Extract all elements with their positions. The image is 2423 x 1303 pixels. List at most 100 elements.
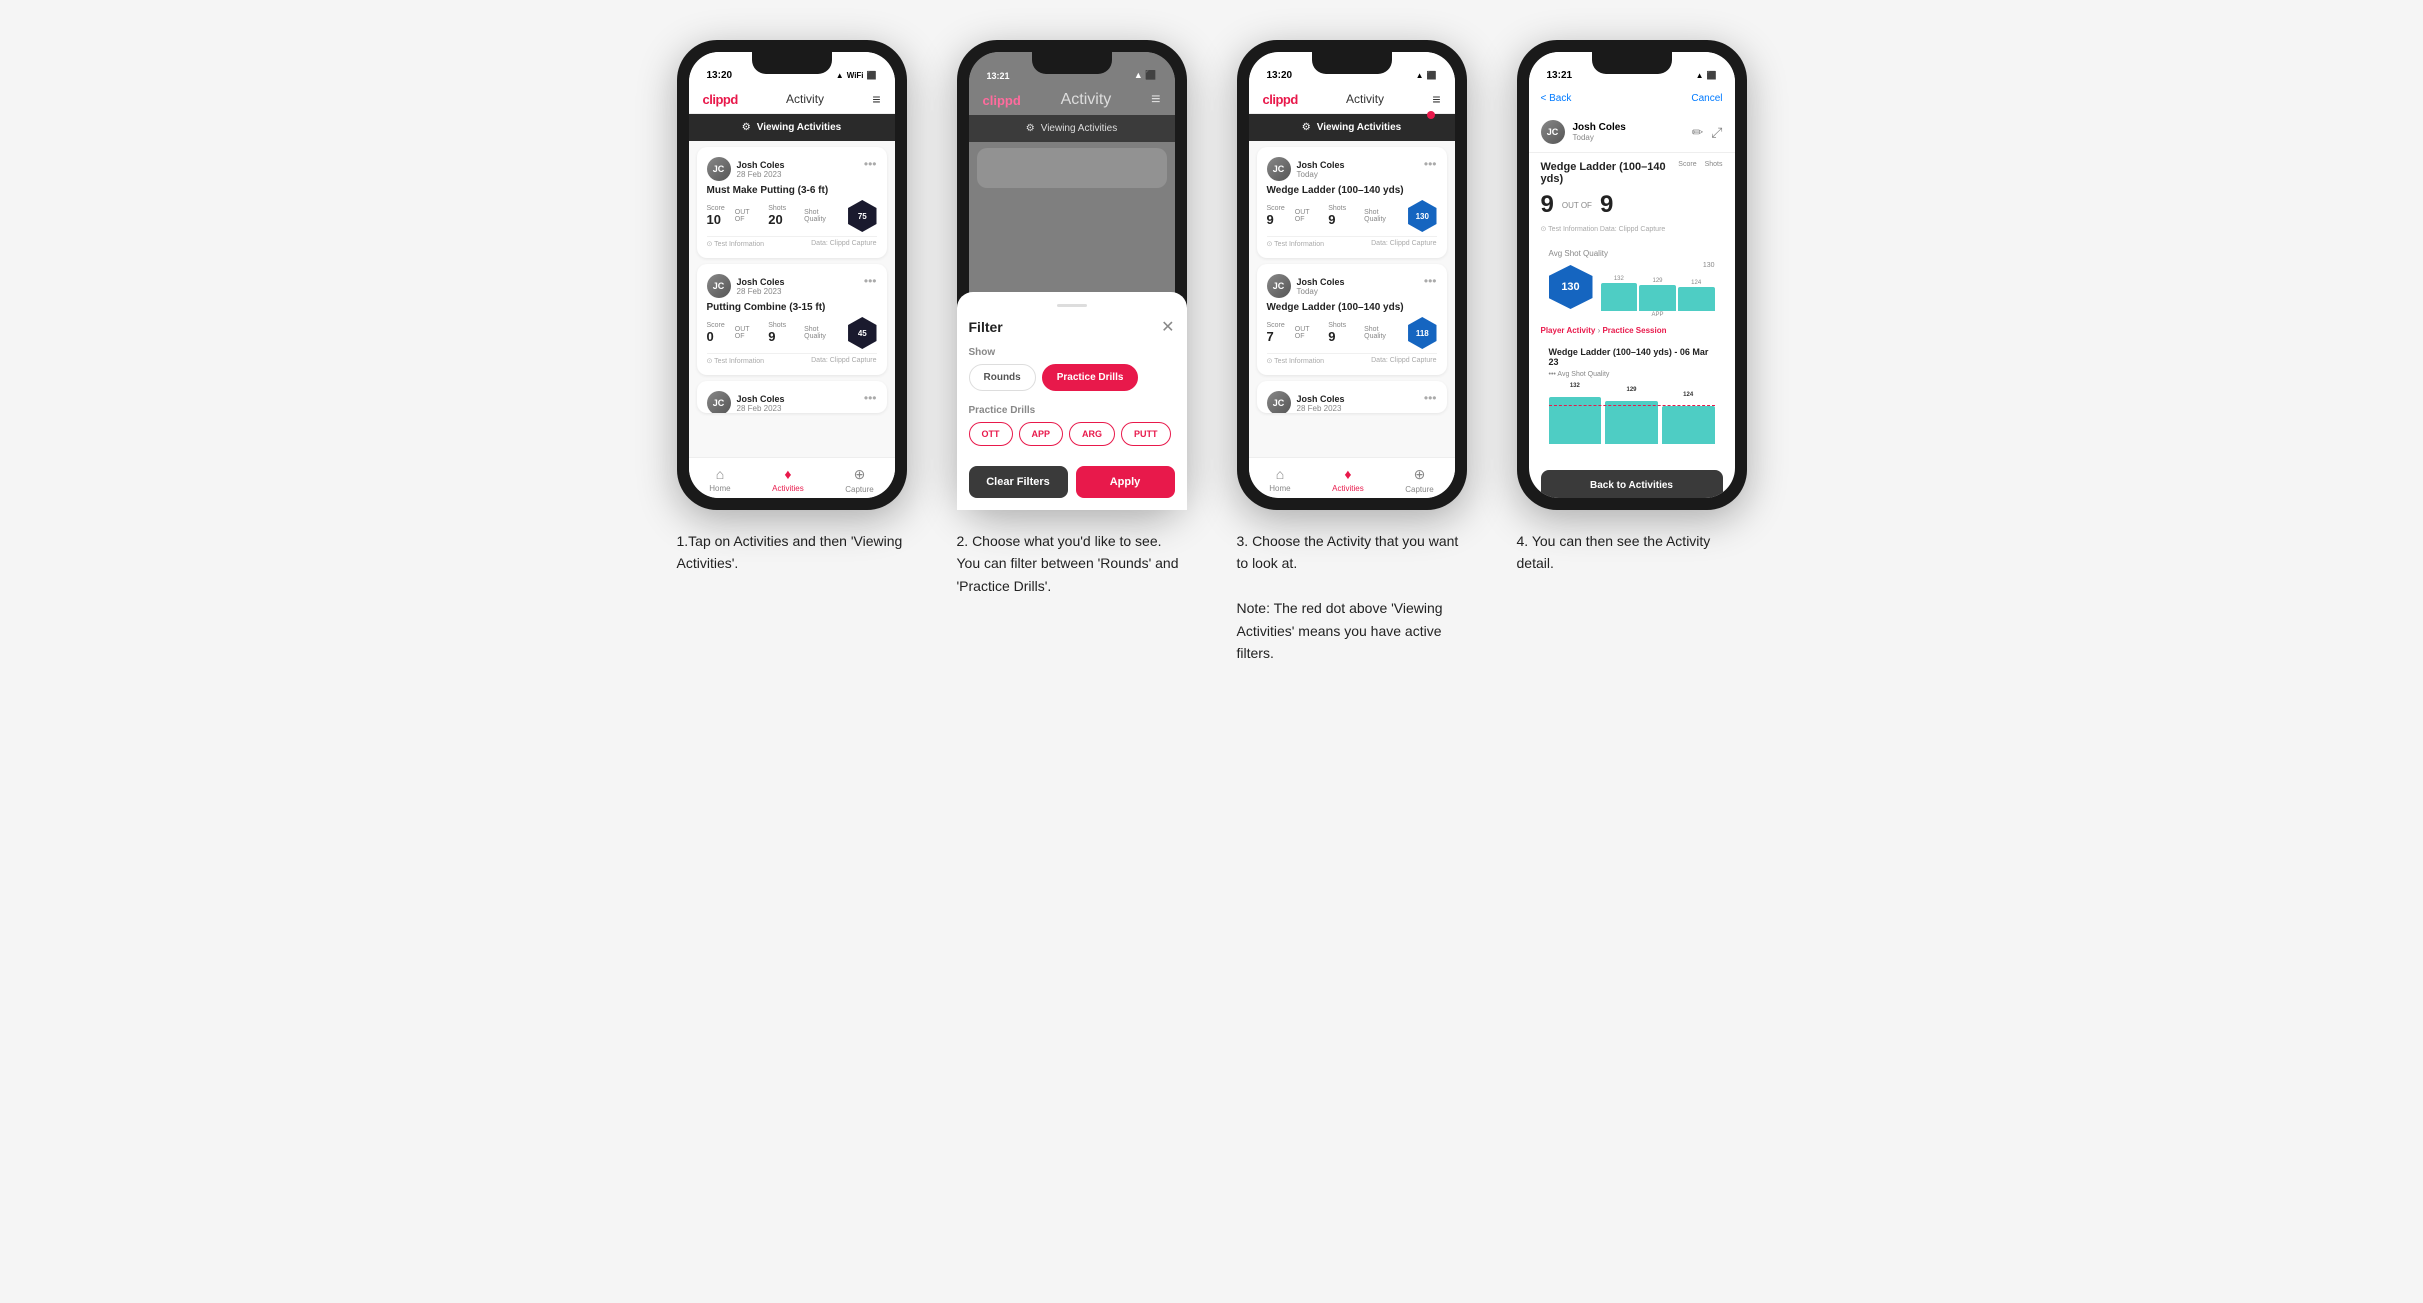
user-info-3-2: Josh Coles Today xyxy=(1297,277,1345,296)
app-nav-title-1: Activity xyxy=(786,92,824,106)
card-user-1-3: JC Josh Coles 28 Feb 2023 xyxy=(707,391,785,413)
home-icon-3: ⌂ xyxy=(1276,466,1284,482)
user-date-1-3: 28 Feb 2023 xyxy=(737,404,785,413)
expand-icon[interactable]: ⤢ xyxy=(1711,124,1722,141)
detail-content: Wedge Ladder (100–140 yds) Score Shots 9… xyxy=(1529,153,1735,466)
card-footer-1-2: ⊙ Test Information Data: Clippd Capture xyxy=(707,353,877,365)
nav-home-3[interactable]: ⌂ Home xyxy=(1269,466,1290,494)
bottom-nav-3: ⌂ Home ♦ Activities ⊕ Capture xyxy=(1249,457,1455,498)
phone-inner-4: 13:21 ▲ ⬛ < Back Cancel JC Josh Coles xyxy=(1529,52,1735,498)
nav-capture-1[interactable]: ⊕ Capture xyxy=(845,466,873,494)
hex-big: 130 xyxy=(1549,265,1593,309)
avatar-1-3: JC xyxy=(707,391,731,413)
app-nav-title-3: Activity xyxy=(1346,92,1384,106)
more-dots-1-3[interactable]: ••• xyxy=(864,391,877,405)
phone-frame-3: 13:20 ▲ ⬛ clippd Activity ≡ ⚙ Viewing Ac… xyxy=(1237,40,1467,510)
stat-group-score-1-1: Score 10 xyxy=(707,205,725,227)
card-header-3-2: JC Josh Coles Today ••• xyxy=(1267,274,1437,298)
home-icon-1: ⌂ xyxy=(716,466,724,482)
hamburger-menu-3[interactable]: ≡ xyxy=(1432,91,1440,107)
nav-capture-3[interactable]: ⊕ Capture xyxy=(1405,466,1433,494)
app-logo-3: clippd xyxy=(1263,92,1298,107)
nav-activities-1[interactable]: ♦ Activities xyxy=(772,466,804,494)
clear-filters-button[interactable]: Clear Filters xyxy=(969,466,1068,498)
activity-card-1-3[interactable]: JC Josh Coles 28 Feb 2023 ••• xyxy=(697,381,887,413)
filter-tab-rounds[interactable]: Rounds xyxy=(969,364,1036,391)
card-header-1-3: JC Josh Coles 28 Feb 2023 ••• xyxy=(707,391,877,413)
bottom-nav-1: ⌂ Home ♦ Activities ⊕ Capture xyxy=(689,457,895,498)
capture-icon-3: ⊕ xyxy=(1414,466,1426,483)
detail-user-info: Josh Coles Today xyxy=(1573,122,1626,142)
activity-card-1-1[interactable]: JC Josh Coles 28 Feb 2023 ••• Must Make … xyxy=(697,147,887,258)
user-date-1-2: 28 Feb 2023 xyxy=(737,287,785,296)
more-dots-1-1[interactable]: ••• xyxy=(864,157,877,171)
modal-header: Filter ✕ xyxy=(969,317,1175,337)
phone2-list xyxy=(969,142,1175,200)
drill-btn-app[interactable]: APP xyxy=(1019,422,1064,446)
phone-notch-3 xyxy=(1312,52,1392,74)
hexagon-3-2: 118 xyxy=(1408,317,1436,349)
viewing-banner-3[interactable]: ⚙ Viewing Activities xyxy=(1249,114,1455,141)
status-time-4: 13:21 xyxy=(1547,70,1573,81)
stat-group-shots-1-1: Shots 20 xyxy=(768,205,786,227)
app-nav-3: clippd Activity ≡ xyxy=(1249,85,1455,114)
cancel-button[interactable]: Cancel xyxy=(1691,93,1722,104)
viewing-banner-text-1: Viewing Activities xyxy=(757,122,841,133)
drill-btn-putt[interactable]: PUTT xyxy=(1121,422,1171,446)
phone-section-1: 13:20 ▲ WiFi ⬛ clippd Activity ≡ ⚙ Vie xyxy=(667,40,917,575)
phone2-banner: ⚙ Viewing Activities xyxy=(969,115,1175,142)
card-stats-1-1: Score 10 OUT OF Shots 20 S xyxy=(707,200,877,232)
app-nav-1: clippd Activity ≡ xyxy=(689,85,895,114)
detail-score: 9 xyxy=(1541,191,1554,219)
activities-icon-1: ♦ xyxy=(784,466,791,482)
card-header-1-1: JC Josh Coles 28 Feb 2023 ••• xyxy=(707,157,877,181)
status-time-1: 13:20 xyxy=(707,70,733,81)
mini-bar-chart: 130 132129124 APP xyxy=(1601,262,1715,312)
nav-home-1[interactable]: ⌂ Home xyxy=(709,466,730,494)
user-date-3-1: Today xyxy=(1297,170,1345,179)
avatar-4: JC xyxy=(1541,120,1565,144)
activity-card-3-3[interactable]: JC Josh Coles 28 Feb 2023 ••• xyxy=(1257,381,1447,413)
chart-label: 130 xyxy=(1601,262,1715,269)
user-date-3-2: Today xyxy=(1297,287,1345,296)
caption-2: 2. Choose what you'd like to see. You ca… xyxy=(957,530,1187,597)
hamburger-menu-1[interactable]: ≡ xyxy=(872,91,880,107)
show-label: Show xyxy=(969,347,1175,358)
drill-btn-ott[interactable]: OTT xyxy=(969,422,1013,446)
more-dots-3-2[interactable]: ••• xyxy=(1424,274,1437,288)
nav-activities-3[interactable]: ♦ Activities xyxy=(1332,466,1364,494)
hexagon-1-2: 45 xyxy=(848,317,876,349)
mini-bar-item: 132 xyxy=(1601,276,1638,311)
outof-1-2: OUT OF xyxy=(735,326,758,340)
stat-group-score-1-2: Score 0 xyxy=(707,322,725,344)
drill-btn-arg[interactable]: ARG xyxy=(1069,422,1115,446)
history-bars: 132129124 xyxy=(1549,384,1715,444)
card-title-1-2: Putting Combine (3-15 ft) xyxy=(707,302,877,313)
viewing-banner-1[interactable]: ⚙ Viewing Activities xyxy=(689,114,895,141)
apply-button[interactable]: Apply xyxy=(1076,466,1175,498)
filter-tab-practice[interactable]: Practice Drills xyxy=(1042,364,1139,391)
card-stats-3-2: Score 7 OUT OF Shots 9 Shot Quality xyxy=(1267,317,1437,349)
more-dots-3-1[interactable]: ••• xyxy=(1424,157,1437,171)
bars-area: 132129124 xyxy=(1601,271,1715,311)
detail-score-row: 9 OUT OF 9 xyxy=(1541,191,1723,219)
close-icon[interactable]: ✕ xyxy=(1161,317,1174,337)
activity-card-3-2[interactable]: JC Josh Coles Today ••• Wedge Ladder (10… xyxy=(1257,264,1447,375)
activity-card-1-2[interactable]: JC Josh Coles 28 Feb 2023 ••• Putting Co… xyxy=(697,264,887,375)
status-icons-3: ▲ ⬛ xyxy=(1416,71,1437,80)
back-to-activities-button[interactable]: Back to Activities xyxy=(1541,470,1723,498)
card-header-3-1: JC Josh Coles Today ••• xyxy=(1267,157,1437,181)
phone-frame-2: 13:21 ▲ ⬛ clippd Activity ≡ ⚙ Viewing Ac… xyxy=(957,40,1187,510)
history-bar-item: 129 xyxy=(1605,401,1658,444)
activity-card-3-1[interactable]: JC Josh Coles Today ••• Wedge Ladder (10… xyxy=(1257,147,1447,258)
back-button[interactable]: < Back xyxy=(1541,93,1572,104)
filter-modal: Filter ✕ Show Rounds Practice Drills Pra… xyxy=(969,292,1175,498)
user-name-3-2: Josh Coles xyxy=(1297,277,1345,287)
user-info-1-2: Josh Coles 28 Feb 2023 xyxy=(737,277,785,296)
shots-value-1-2: 9 xyxy=(768,329,786,344)
dashed-line xyxy=(1549,405,1715,406)
caption-3: 3. Choose the Activity that you want to … xyxy=(1237,530,1467,664)
edit-icon[interactable]: ✏ xyxy=(1692,124,1704,141)
card-user-3-2: JC Josh Coles Today xyxy=(1267,274,1345,298)
more-dots-1-2[interactable]: ••• xyxy=(864,274,877,288)
